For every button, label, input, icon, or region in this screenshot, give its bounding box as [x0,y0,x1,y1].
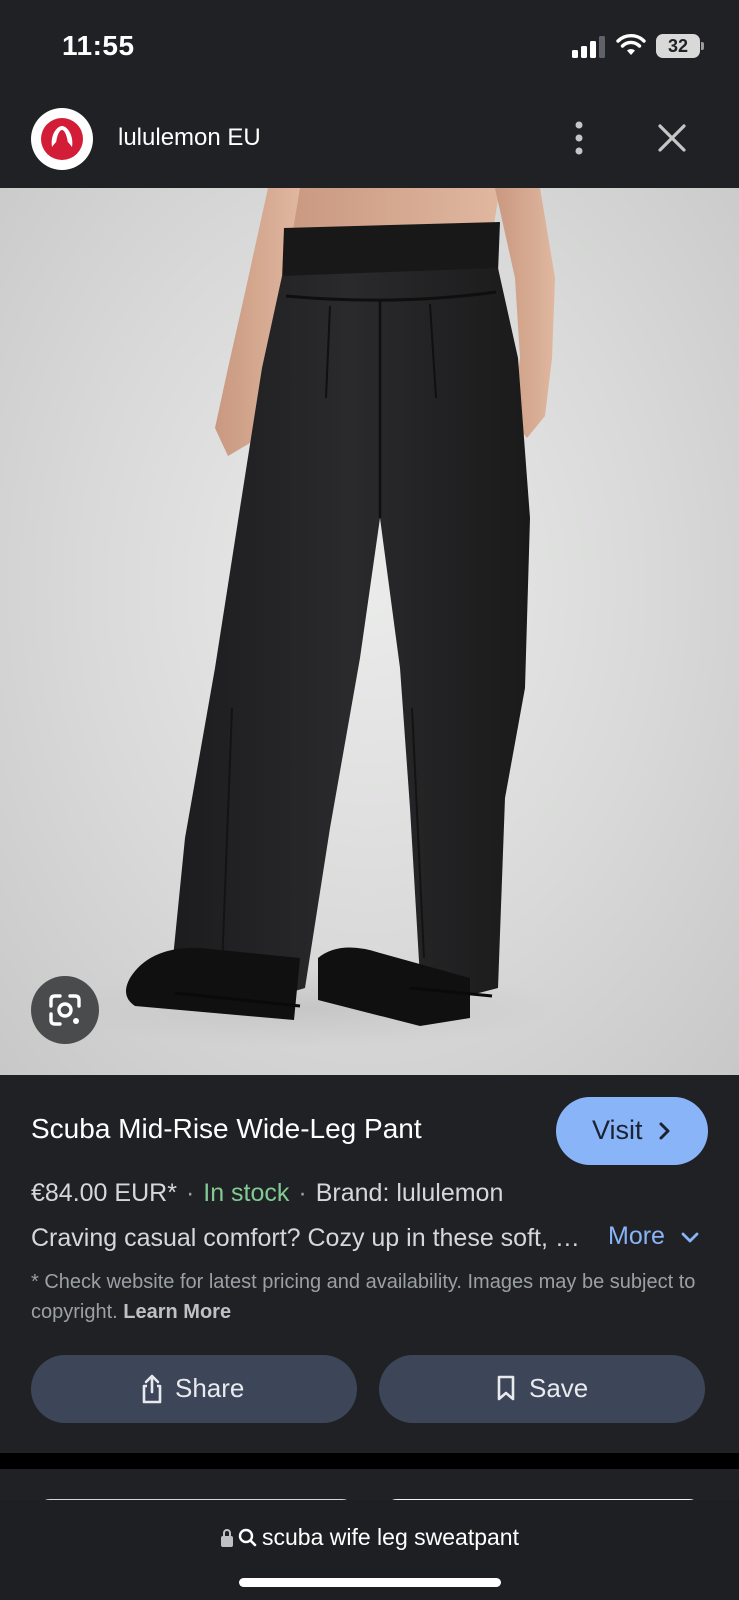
more-vert-icon[interactable] [566,118,592,158]
product-price: €84.00 EUR* [31,1179,177,1207]
more-label: More [608,1222,665,1250]
product-image[interactable] [0,188,739,1075]
battery-tip [701,42,704,50]
share-icon [142,1374,162,1404]
lens-button[interactable] [31,976,99,1044]
signal-icon [572,36,605,58]
product-meta: €84.00 EUR* · In stock · Brand: lululemon [31,1179,503,1208]
product-title[interactable]: Scuba Mid-Rise Wide-Leg Pant [31,1113,422,1145]
product-info-panel: Scuba Mid-Rise Wide-Leg Pant Visit €84.0… [0,1075,739,1453]
share-label: Share [175,1373,245,1403]
chevron-down-icon [681,1232,699,1243]
disclaimer: * Check website for latest pricing and a… [31,1267,711,1327]
bookmark-icon [497,1375,515,1401]
status-bar: 11:55 32 [0,0,739,96]
separator-dot: · [298,1179,307,1207]
close-icon[interactable] [654,120,690,156]
lock-icon [221,1528,257,1547]
product-brand: Brand: lululemon [315,1179,504,1207]
lens-icon [49,994,81,1026]
lululemon-logo[interactable] [31,108,93,170]
share-button[interactable]: Share [31,1355,357,1423]
status-time: 11:55 [62,30,135,61]
separator-dot: · [185,1179,195,1207]
more-toggle[interactable]: More [608,1222,699,1251]
url-display[interactable]: scuba wife leg sweatpant [0,1524,739,1551]
product-description: Craving casual comfort? Cozy up in these… [31,1224,596,1252]
home-indicator[interactable] [239,1578,501,1587]
visit-label: Visit [592,1115,643,1145]
product-photo [60,188,560,1048]
site-name[interactable]: lululemon EU [118,124,261,152]
source-header: lululemon EU [0,96,739,188]
visit-button[interactable]: Visit [556,1097,708,1165]
save-label: Save [529,1373,589,1403]
url-bar[interactable]: scuba wife leg sweatpant [0,1500,739,1600]
learn-more-link[interactable]: Learn More [123,1301,231,1323]
search-query: scuba wife leg sweatpant [262,1524,519,1550]
battery-indicator: 32 [656,34,704,58]
chevron-right-icon [659,1122,670,1140]
wifi-icon [616,34,646,55]
battery-level: 32 [667,36,689,56]
stock-status: In stock [203,1179,290,1207]
save-button[interactable]: Save [379,1355,705,1423]
section-divider [0,1453,739,1469]
